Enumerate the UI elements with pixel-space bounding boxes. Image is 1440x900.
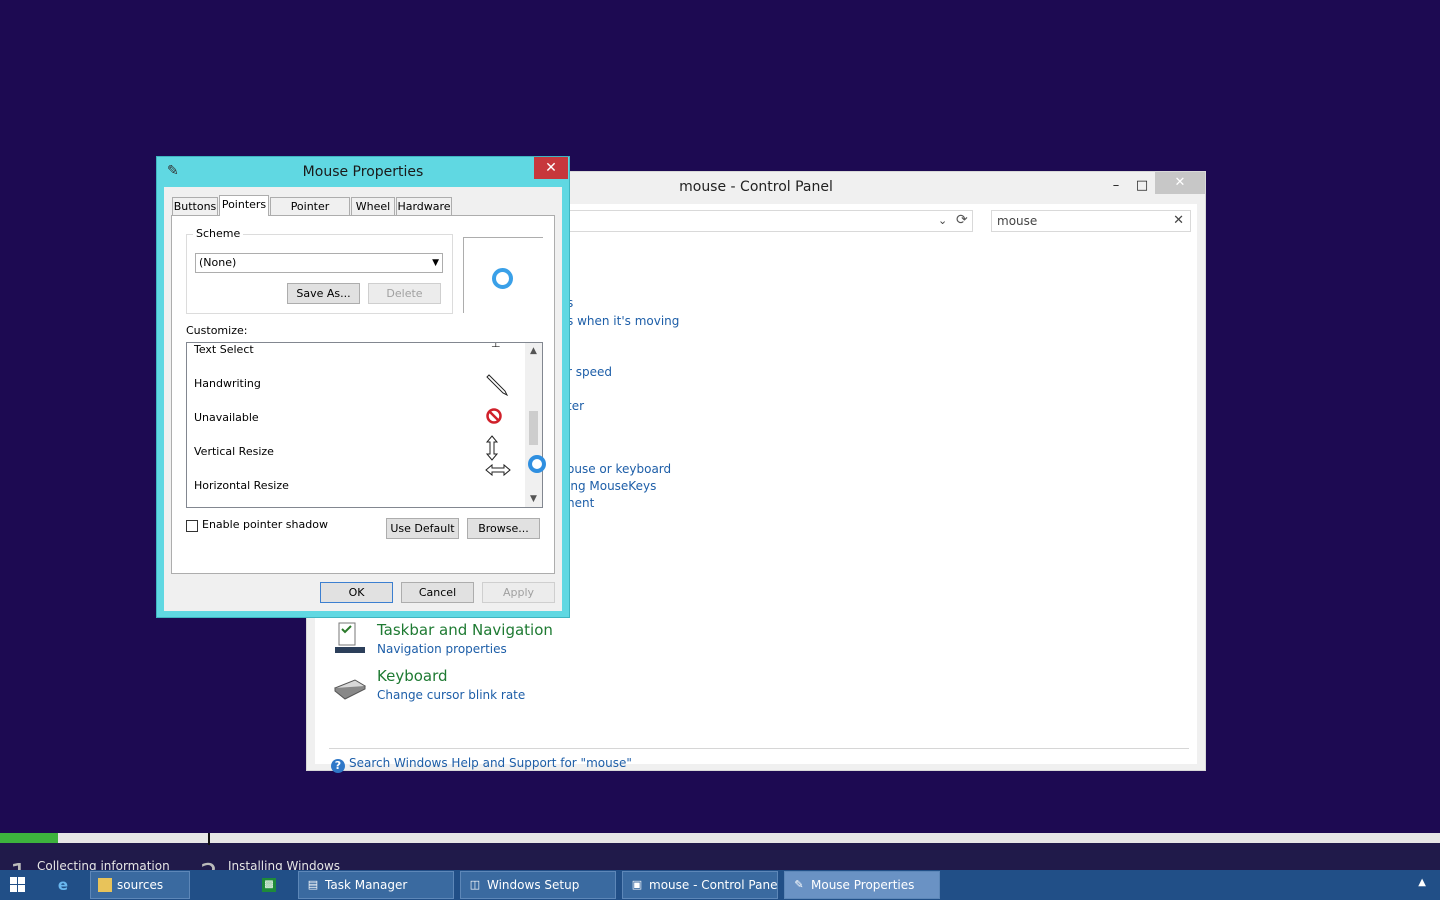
partial-link[interactable]: s when it's moving [567, 314, 679, 328]
delete-button[interactable]: Delete [368, 283, 441, 304]
scheme-select-value: (None) [199, 256, 237, 269]
taskbar-item-label: mouse - Control Panel [649, 878, 778, 892]
internet-explorer-icon[interactable]: e [54, 876, 72, 894]
help-icon: ? [331, 759, 345, 773]
tab-hardware[interactable]: Hardware [396, 197, 452, 215]
tab-buttons[interactable]: Buttons [172, 197, 218, 215]
list-item[interactable]: Horizontal Resize [187, 463, 526, 501]
folder-icon [98, 878, 112, 892]
pointer-name: Unavailable [194, 411, 259, 424]
pointer-preview [463, 237, 543, 313]
help-link[interactable]: ? Search Windows Help and Support for "mo… [331, 756, 632, 773]
dialog-body: Buttons Pointers Pointer Options Wheel H… [164, 187, 562, 611]
refresh-icon[interactable]: ⟳ [956, 212, 968, 228]
list-item[interactable]: Text Select ⊥ [187, 343, 526, 357]
unavailable-icon [486, 408, 502, 424]
pointer-list[interactable]: Text Select ⊥ Handwriting Unavailable Ve… [186, 342, 543, 508]
search-input-value: mouse [997, 214, 1038, 228]
pointer-name: Horizontal Resize [194, 479, 289, 492]
search-input[interactable]: mouse ✕ [991, 210, 1191, 232]
taskbar-item-label: sources [117, 878, 164, 892]
setup-progress-bar: 1 Collecting information 2 Installing Wi… [0, 833, 1440, 890]
scheme-group: Scheme (None) ▼ Save As... Delete [186, 227, 453, 314]
chevron-up-icon[interactable]: ▲ [1418, 877, 1426, 888]
text-select-icon: ⊥ [491, 342, 501, 350]
keyboard-heading[interactable]: Keyboard [377, 667, 448, 685]
taskbar-item-windows-setup[interactable]: ◫ Windows Setup [460, 871, 616, 899]
taskbar-item-label: Windows Setup [487, 878, 580, 892]
taskbar-item-sources[interactable]: sources [90, 871, 190, 899]
taskbar-item-task-manager[interactable]: ▤ Task Manager [298, 871, 454, 899]
enable-pointer-shadow-checkbox[interactable] [186, 520, 198, 532]
mouse-properties-title: Mouse Properties [302, 164, 424, 180]
partial-link[interactable]: r speed [567, 365, 612, 379]
close-button[interactable]: ✕ [534, 157, 568, 179]
enable-pointer-shadow-label[interactable]: Enable pointer shadow [202, 518, 328, 531]
ok-button[interactable]: OK [320, 582, 393, 603]
taskbar-navigation-heading[interactable]: Taskbar and Navigation [377, 621, 553, 639]
list-item[interactable]: Vertical Resize [187, 435, 526, 467]
partial-link[interactable]: ing MouseKeys [567, 479, 656, 493]
customize-label: Customize: [186, 324, 248, 337]
maximize-button[interactable]: □ [1127, 176, 1157, 196]
tab-pointers[interactable]: Pointers [219, 195, 269, 216]
windows-setup-icon: ◫ [469, 878, 481, 891]
apply-button[interactable]: Apply [482, 582, 555, 603]
chevron-down-icon: ▼ [432, 258, 439, 268]
mouse-icon: ✎ [794, 878, 804, 891]
task-manager-icon: ▤ [307, 878, 319, 891]
mouse-properties-window: ✎ Mouse Properties ✕ Buttons Pointers Po… [156, 156, 570, 618]
partial-link[interactable]: nent [567, 496, 594, 510]
help-link-text: Search Windows Help and Support for "mou… [349, 756, 632, 770]
pointer-name: Vertical Resize [194, 445, 274, 458]
list-item[interactable]: Handwriting [187, 371, 526, 399]
divider [329, 748, 1189, 749]
horizontal-resize-icon [485, 463, 511, 477]
taskbar-item-control-panel[interactable]: ▣ mouse - Control Panel [622, 871, 778, 899]
scheme-label: Scheme [193, 227, 244, 240]
taskbar: e sources ▩ ▤ Task Manager ◫ Windows Set… [0, 870, 1440, 900]
tab-wheel[interactable]: Wheel [351, 197, 395, 215]
control-panel-icon: ▣ [631, 878, 643, 891]
partial-link[interactable]: ouse or keyboard [567, 462, 671, 476]
keyboard-icon [334, 679, 367, 700]
use-default-button[interactable]: Use Default [386, 518, 459, 539]
handwriting-pen-icon [486, 374, 509, 397]
scheme-select[interactable]: (None) ▼ [195, 253, 443, 273]
taskbar-navigation-icon [335, 622, 365, 653]
browse-button[interactable]: Browse... [467, 518, 540, 539]
taskbar-item-label: Mouse Properties [811, 878, 915, 892]
pointer-name: Handwriting [194, 377, 261, 390]
progress-track [0, 833, 1440, 843]
scroll-up-icon[interactable]: ▲ [525, 343, 542, 359]
pointers-tab-panel: Scheme (None) ▼ Save As... Delete Custom… [171, 215, 555, 574]
start-button[interactable] [10, 877, 26, 893]
scroll-down-icon[interactable]: ▼ [525, 491, 542, 507]
save-as-button[interactable]: Save As... [287, 283, 360, 304]
scroll-thumb[interactable] [529, 411, 538, 445]
vertical-resize-icon [485, 435, 499, 461]
list-item[interactable]: Unavailable [187, 405, 526, 433]
busy-cursor-icon [492, 268, 513, 289]
taskbar-item-label: Task Manager [325, 878, 408, 892]
setup-green-icon[interactable]: ▩ [262, 878, 276, 892]
taskbar-item-mouse-properties[interactable]: ✎ Mouse Properties [784, 871, 940, 899]
busy-cursor-icon [528, 455, 546, 473]
close-button[interactable]: ✕ [1155, 172, 1205, 194]
navigation-properties-link[interactable]: Navigation properties [377, 642, 507, 656]
tab-pointer-options[interactable]: Pointer Options [270, 197, 350, 231]
progress-fill [0, 833, 58, 843]
chevron-down-icon[interactable]: ⌄ [938, 214, 947, 227]
clear-search-icon[interactable]: ✕ [1173, 213, 1184, 228]
progress-divider [208, 833, 210, 845]
list-scrollbar[interactable]: ▲ ▼ [525, 343, 542, 507]
pointer-name: Text Select [194, 343, 254, 356]
cancel-button[interactable]: Cancel [401, 582, 474, 603]
change-cursor-blink-rate-link[interactable]: Change cursor blink rate [377, 688, 525, 702]
